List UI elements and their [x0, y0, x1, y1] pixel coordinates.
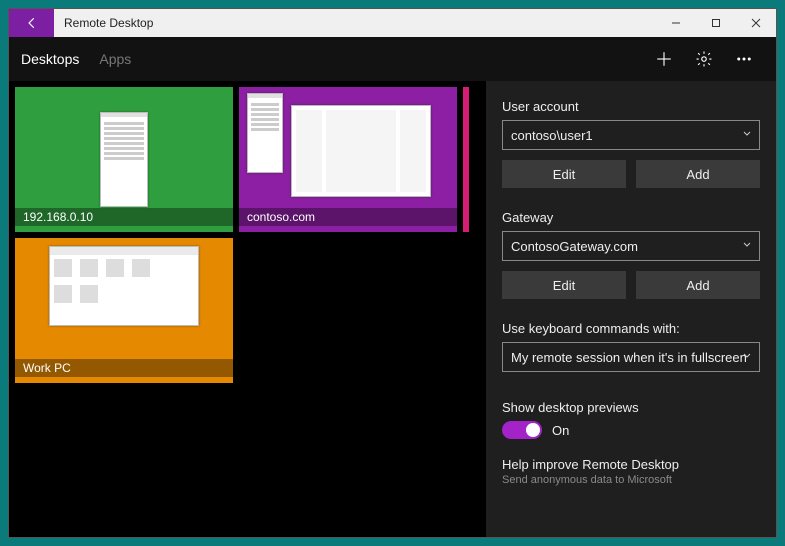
toggle-knob: [526, 423, 540, 437]
tab-apps[interactable]: Apps: [99, 51, 131, 67]
app-window: Remote Desktop Desktops Apps: [8, 8, 777, 538]
desktop-tile-partial[interactable]: [463, 87, 469, 232]
preview-window: [100, 112, 148, 207]
close-icon: [751, 18, 761, 28]
feedback-subtitle: Send anonymous data to Microsoft: [502, 474, 760, 486]
show-previews-state: On: [552, 423, 569, 438]
tab-desktops[interactable]: Desktops: [21, 51, 79, 67]
minimize-button[interactable]: [656, 9, 696, 37]
chevron-down-icon: [741, 128, 753, 143]
user-account-edit-button[interactable]: Edit: [502, 160, 626, 188]
feedback-title: Help improve Remote Desktop: [502, 457, 760, 472]
more-button[interactable]: [724, 37, 764, 81]
keyboard-commands-label: Use keyboard commands with:: [502, 321, 760, 336]
desktop-tile-label: 192.168.0.10: [15, 208, 233, 226]
settings-button[interactable]: [684, 37, 724, 81]
preview-window: [247, 93, 283, 173]
gateway-select[interactable]: ContosoGateway.com: [502, 231, 760, 261]
content-area: 192.168.0.10 contoso.com: [9, 81, 776, 537]
arrow-left-icon: [25, 16, 39, 30]
show-previews-toggle[interactable]: [502, 421, 542, 439]
user-account-buttons: Edit Add: [502, 160, 760, 188]
command-bar: Desktops Apps: [9, 37, 776, 81]
chevron-down-icon: [741, 239, 753, 254]
ellipsis-icon: [735, 50, 753, 68]
user-account-value: contoso\user1: [511, 128, 593, 143]
show-previews-row: On: [502, 421, 760, 439]
gateway-buttons: Edit Add: [502, 271, 760, 299]
user-account-label: User account: [502, 99, 760, 114]
user-account-add-button[interactable]: Add: [636, 160, 760, 188]
desktop-tile-label: contoso.com: [239, 208, 457, 226]
gateway-label: Gateway: [502, 210, 760, 225]
title-spacer: [163, 9, 656, 37]
gateway-edit-button[interactable]: Edit: [502, 271, 626, 299]
desktop-grid: 192.168.0.10 contoso.com: [9, 81, 486, 537]
user-account-select[interactable]: contoso\user1: [502, 120, 760, 150]
add-button[interactable]: [644, 37, 684, 81]
desktop-tile-label: Work PC: [15, 359, 233, 377]
maximize-icon: [711, 18, 721, 28]
close-button[interactable]: [736, 9, 776, 37]
keyboard-commands-select[interactable]: My remote session when it's in fullscree…: [502, 342, 760, 372]
gear-icon: [695, 50, 713, 68]
title-bar: Remote Desktop: [9, 9, 776, 37]
preview-window: [49, 246, 199, 326]
window-title: Remote Desktop: [54, 9, 163, 37]
gateway-add-button[interactable]: Add: [636, 271, 760, 299]
desktop-tile[interactable]: contoso.com: [239, 87, 457, 232]
chevron-down-icon: [741, 350, 753, 365]
desktop-tile[interactable]: 192.168.0.10: [15, 87, 233, 232]
maximize-button[interactable]: [696, 9, 736, 37]
plus-icon: [655, 50, 673, 68]
settings-panel: User account contoso\user1 Edit Add Gate…: [486, 81, 776, 537]
minimize-icon: [671, 18, 681, 28]
gateway-value: ContosoGateway.com: [511, 239, 638, 254]
desktop-tile[interactable]: Work PC: [15, 238, 233, 383]
keyboard-commands-value: My remote session when it's in fullscree…: [511, 350, 747, 365]
preview-window: [291, 105, 431, 197]
back-button[interactable]: [9, 9, 54, 37]
show-previews-label: Show desktop previews: [502, 400, 760, 415]
